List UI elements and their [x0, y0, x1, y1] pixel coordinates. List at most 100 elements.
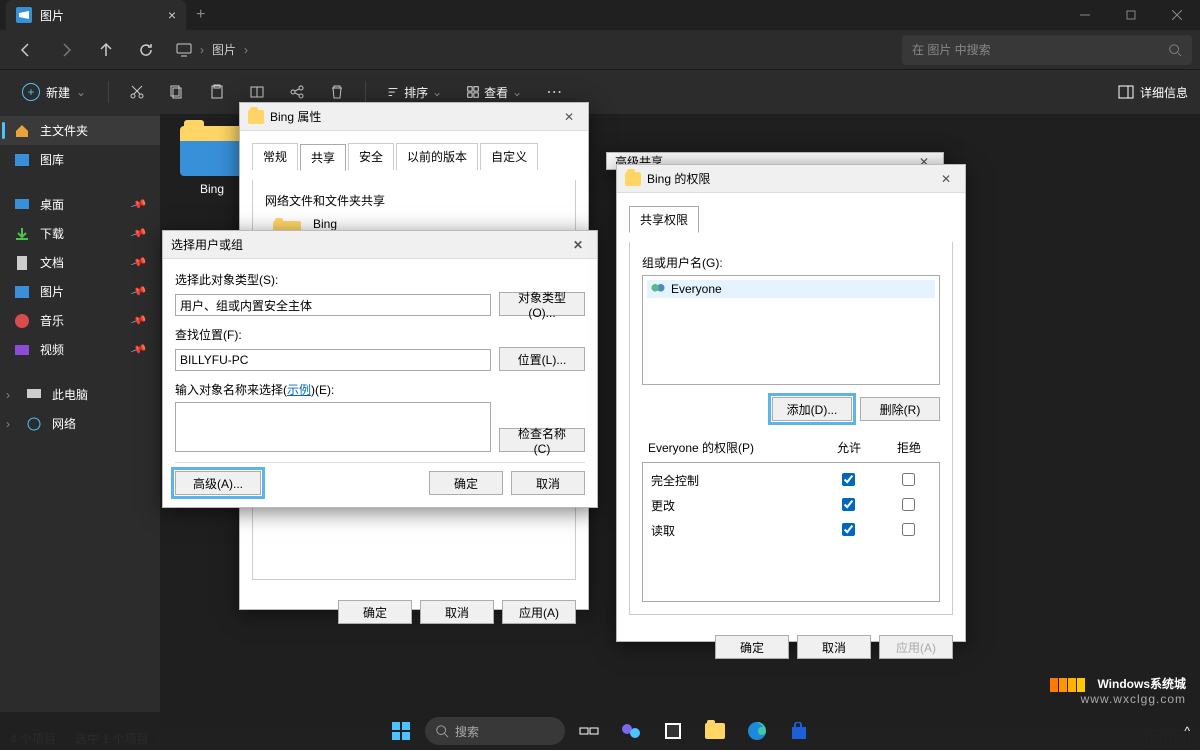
maximize-button[interactable]	[1108, 0, 1154, 30]
select-user-group-dialog: 选择用户或组 ✕ 选择此对象类型(S): 对象类型(O)... 查找位置(F):…	[162, 230, 598, 508]
tab-custom[interactable]: 自定义	[480, 143, 538, 170]
taskbar-app-explorer[interactable]	[697, 716, 733, 746]
navigation-bar: › 图片 › 在 图片 中搜索	[0, 30, 1200, 70]
music-icon	[14, 313, 30, 329]
downloads-icon	[14, 226, 30, 242]
sidebar-item-videos[interactable]: 视频📌	[0, 335, 160, 364]
breadcrumb-item[interactable]: 图片	[212, 41, 236, 58]
select-cancel-button[interactable]: 取消	[511, 471, 585, 495]
close-icon[interactable]: ✕	[567, 236, 589, 254]
refresh-button[interactable]	[128, 34, 164, 66]
back-button[interactable]	[8, 34, 44, 66]
permission-row-full-control: 完全控制	[645, 469, 937, 492]
taskbar-app-store[interactable]	[781, 716, 817, 746]
deny-read-checkbox[interactable]	[902, 523, 915, 536]
paste-button[interactable]	[201, 76, 233, 108]
window-tab[interactable]: 图片 ×	[6, 0, 186, 30]
shared-folder-name: Bing	[313, 217, 349, 231]
address-bar[interactable]: › 图片 ›	[168, 41, 256, 58]
allow-read-checkbox[interactable]	[842, 523, 855, 536]
copy-button[interactable]	[161, 76, 193, 108]
permission-label: 读取	[645, 519, 818, 542]
watermark: Windows系统城 www.wxclgg.com	[1050, 677, 1186, 708]
permissions-ok-button[interactable]: 确定	[715, 635, 789, 659]
taskbar-app-chat[interactable]	[613, 716, 649, 746]
sidebar-item-home[interactable]: 主文件夹	[0, 116, 160, 145]
minimize-button[interactable]	[1062, 0, 1108, 30]
tab-sharing[interactable]: 共享	[300, 144, 346, 171]
list-item-everyone[interactable]: Everyone	[647, 280, 935, 298]
sidebar-item-desktop[interactable]: 桌面📌	[0, 190, 160, 219]
permissions-dialog: Bing 的权限 ✕ 共享权限 组或用户名(G): Everyone 添加(D)…	[616, 164, 966, 642]
permission-label: 完全控制	[645, 469, 818, 492]
enter-name-label: 输入对象名称来选择(示例)(E):输入对象名称来选择(示例)(E):	[175, 381, 585, 398]
sidebar-item-network[interactable]: ›网络	[0, 409, 160, 438]
properties-ok-button[interactable]: 确定	[338, 600, 412, 624]
tab-close-icon[interactable]: ×	[168, 7, 176, 23]
deny-full-control-checkbox[interactable]	[902, 473, 915, 486]
new-button[interactable]: + 新建 ⌄	[12, 77, 96, 107]
permissions-title: Bing 的权限	[647, 170, 710, 187]
forward-button[interactable]	[48, 34, 84, 66]
object-types-button[interactable]: 对象类型(O)...	[499, 292, 585, 316]
new-tab-button[interactable]: +	[186, 6, 215, 24]
object-type-field	[175, 294, 491, 316]
permissions-titlebar[interactable]: Bing 的权限 ✕	[617, 165, 965, 193]
close-icon[interactable]: ✕	[558, 108, 580, 126]
tab-general[interactable]: 常规	[252, 143, 298, 170]
advanced-button[interactable]: 高级(A)...	[175, 471, 261, 495]
taskbar-search[interactable]: 搜索	[425, 717, 565, 745]
breadcrumb-separator: ›	[244, 43, 248, 57]
sidebar-item-music[interactable]: 音乐📌	[0, 306, 160, 335]
sidebar-item-pictures[interactable]: 图片📌	[0, 277, 160, 306]
taskbar-app-edge[interactable]	[739, 716, 775, 746]
tab-previous-versions[interactable]: 以前的版本	[396, 143, 478, 170]
locations-button[interactable]: 位置(L)...	[499, 347, 585, 371]
sort-label: 排序	[404, 84, 428, 101]
details-pane-button[interactable]: 详细信息	[1118, 84, 1188, 101]
properties-tabs: 常规 共享 安全 以前的版本 自定义	[252, 143, 576, 170]
select-ok-button[interactable]: 确定	[429, 471, 503, 495]
group-user-list[interactable]: Everyone	[642, 275, 940, 385]
start-button[interactable]	[383, 716, 419, 746]
properties-titlebar[interactable]: Bing 属性 ✕	[240, 103, 588, 131]
close-icon[interactable]: ✕	[935, 170, 957, 188]
sidebar-item-downloads[interactable]: 下载📌	[0, 219, 160, 248]
object-type-label: 选择此对象类型(S):	[175, 271, 585, 288]
search-box[interactable]: 在 图片 中搜索	[902, 35, 1192, 65]
tray-chevron-icon[interactable]: ^	[1184, 724, 1190, 738]
deny-modify-checkbox[interactable]	[902, 498, 915, 511]
close-button[interactable]	[1154, 0, 1200, 30]
desktop-icon	[14, 197, 30, 213]
pin-icon: 📌	[130, 254, 148, 272]
select-dialog-titlebar[interactable]: 选择用户或组 ✕	[163, 231, 597, 259]
permissions-apply-button[interactable]: 应用(A)	[879, 635, 953, 659]
properties-cancel-button[interactable]: 取消	[420, 600, 494, 624]
sidebar-item-thispc[interactable]: ›此电脑	[0, 380, 160, 409]
object-name-input[interactable]	[175, 402, 491, 452]
add-button[interactable]: 添加(D)...	[772, 397, 852, 421]
sidebar-item-gallery[interactable]: 图库	[0, 145, 160, 174]
task-view-button[interactable]	[571, 716, 607, 746]
group-user-label: 组或用户名(G):	[642, 254, 940, 271]
up-button[interactable]	[88, 34, 124, 66]
tab-title: 图片	[40, 7, 64, 24]
permissions-cancel-button[interactable]: 取消	[797, 635, 871, 659]
tab-share-permissions[interactable]: 共享权限	[629, 206, 699, 233]
sidebar-item-documents[interactable]: 文档📌	[0, 248, 160, 277]
home-icon	[14, 123, 30, 139]
check-names-button[interactable]: 检查名称(C)	[499, 428, 585, 452]
allow-full-control-checkbox[interactable]	[842, 473, 855, 486]
taskbar-app-windowed[interactable]	[655, 716, 691, 746]
pin-icon: 📌	[130, 225, 148, 243]
computer-icon	[26, 387, 42, 403]
remove-button[interactable]: 删除(R)	[860, 397, 940, 421]
users-icon	[651, 283, 665, 295]
allow-modify-checkbox[interactable]	[842, 498, 855, 511]
tab-security[interactable]: 安全	[348, 143, 394, 170]
example-link[interactable]: 示例	[287, 383, 311, 397]
select-dialog-title: 选择用户或组	[171, 236, 243, 253]
cut-button[interactable]	[121, 76, 153, 108]
pictures-tab-icon	[16, 7, 32, 23]
properties-apply-button[interactable]: 应用(A)	[502, 600, 576, 624]
